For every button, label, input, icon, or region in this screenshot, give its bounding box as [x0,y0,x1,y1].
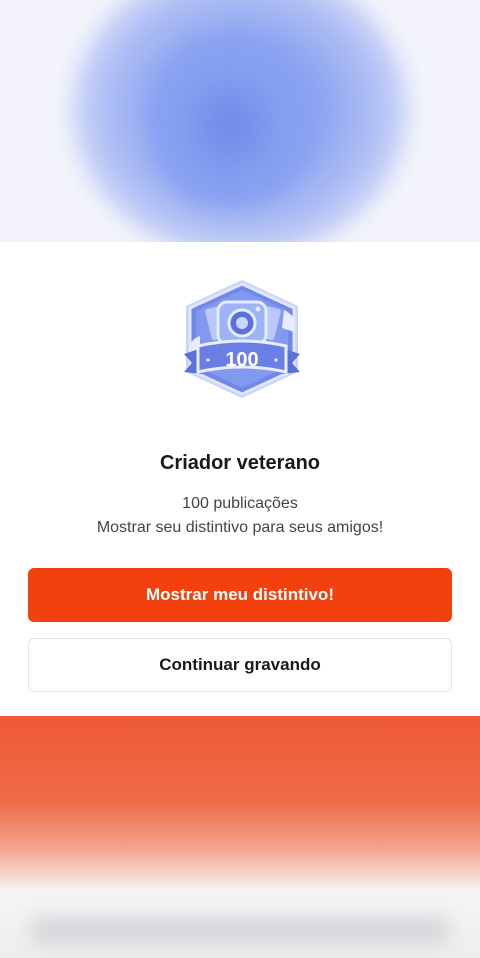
show-badge-button[interactable]: Mostrar meu distintivo! [28,568,452,622]
achievement-subtitle: 100 publicações [182,495,298,512]
blurred-bar [30,916,450,946]
continue-recording-button[interactable]: Continuar gravando [28,638,452,692]
achievement-title: Criador veterano [159,452,321,474]
blurred-background-top [0,0,480,244]
achievement-modal: 100 Criador veterano 100 publicações Mos… [0,242,480,716]
achievement-description: Mostrar seu distintivo para seus amigos! [96,519,384,536]
blurred-shape-center [150,40,310,210]
screen: 100 Criador veterano 100 publicações Mos… [0,0,480,958]
badge-number: 100 [225,349,258,371]
camera-badge-icon: 100 [184,280,300,398]
blurred-background-bottom [0,716,480,958]
